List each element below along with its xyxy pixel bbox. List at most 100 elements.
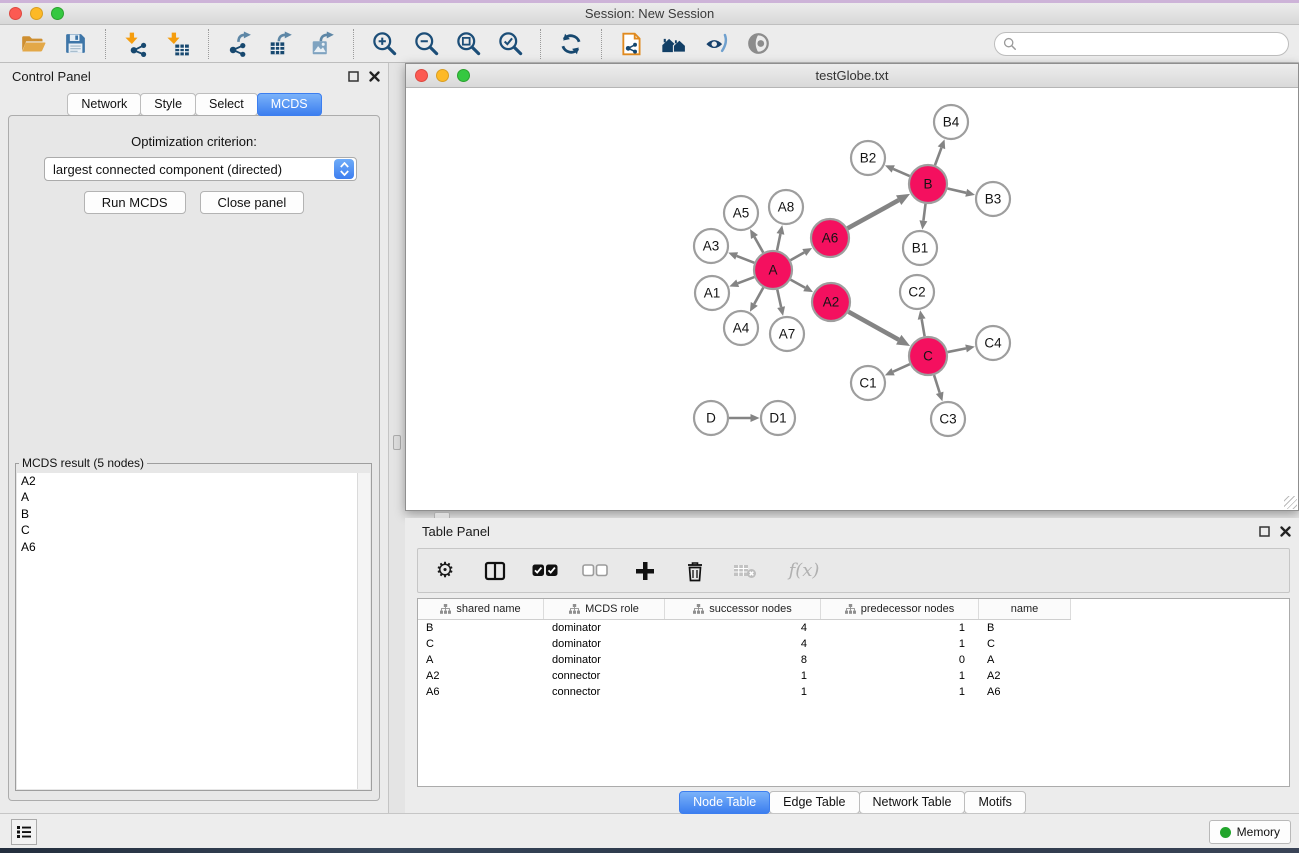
graph-edge-A-A4[interactable] — [754, 288, 763, 304]
table-row[interactable]: A2connector11A2 — [418, 668, 1289, 684]
graph-edge-A-A5[interactable] — [754, 237, 763, 253]
table-cell[interactable]: A6 — [979, 686, 1071, 698]
delete-column-trash-icon[interactable] — [682, 558, 708, 584]
control-tab-style[interactable]: Style — [140, 93, 196, 116]
column-header-predecessor-nodes[interactable]: predecessor nodes — [821, 599, 979, 619]
table-cell[interactable]: 1 — [821, 686, 979, 698]
zoom-in-icon[interactable] — [369, 29, 399, 59]
search-input[interactable] — [1017, 37, 1280, 51]
window-resize-grip[interactable] — [1284, 496, 1297, 509]
zoom-selected-icon[interactable] — [495, 29, 525, 59]
graph-edge-B-B4[interactable] — [935, 148, 941, 165]
close-panel-button[interactable]: Close panel — [200, 191, 305, 214]
graph-edge-A-A1[interactable] — [738, 277, 755, 283]
refresh-layout-icon[interactable] — [556, 29, 586, 59]
column-header-successor-nodes[interactable]: successor nodes — [665, 599, 821, 619]
close-panel-icon[interactable] — [369, 71, 380, 82]
import-table-icon[interactable] — [163, 29, 193, 59]
mcds-result-item[interactable]: A6 — [17, 539, 370, 555]
mcds-result-item[interactable]: B — [17, 506, 370, 522]
table-cell[interactable]: 4 — [665, 638, 821, 650]
graph-edge-A2-C[interactable] — [848, 312, 898, 340]
graph-edge-A-A7[interactable] — [777, 290, 781, 308]
export-network-icon[interactable] — [224, 29, 254, 59]
hide-unselected-icon[interactable] — [701, 29, 731, 59]
graph-edge-B-B3[interactable] — [947, 188, 966, 192]
control-tab-network[interactable]: Network — [67, 93, 141, 116]
network-window-titlebar[interactable]: testGlobe.txt — [406, 64, 1298, 88]
table-tab-edge-table[interactable]: Edge Table — [769, 791, 859, 814]
table-cell[interactable]: 8 — [665, 654, 821, 666]
control-tab-select[interactable]: Select — [195, 93, 258, 116]
table-row[interactable]: Adominator80A — [418, 652, 1289, 668]
graph-edge-A-A2[interactable] — [791, 280, 806, 288]
table-cell[interactable]: 1 — [665, 670, 821, 682]
table-cell[interactable]: A6 — [418, 686, 544, 698]
table-cell[interactable]: 1 — [821, 638, 979, 650]
show-all-icon[interactable] — [743, 29, 773, 59]
table-cell[interactable]: B — [979, 622, 1071, 634]
graph-edge-B-B1[interactable] — [923, 204, 925, 221]
table-cell[interactable]: 0 — [821, 654, 979, 666]
graph-edge-C-C3[interactable] — [934, 375, 940, 393]
zoom-fit-icon[interactable] — [453, 29, 483, 59]
splitter-grip[interactable] — [393, 435, 401, 450]
table-cell[interactable]: connector — [544, 670, 665, 682]
table-cell[interactable]: C — [979, 638, 1071, 650]
open-session-icon[interactable] — [18, 29, 48, 59]
table-cell[interactable]: dominator — [544, 654, 665, 666]
table-cell[interactable]: A — [418, 654, 544, 666]
mcds-result-item[interactable]: A2 — [17, 473, 370, 489]
graph-edge-A-A8[interactable] — [777, 234, 780, 250]
table-tab-motifs[interactable]: Motifs — [964, 791, 1025, 814]
column-header-name[interactable]: name — [979, 599, 1071, 619]
column-header-MCDS-role[interactable]: MCDS role — [544, 599, 665, 619]
table-cell[interactable]: 1 — [665, 686, 821, 698]
graph-edge-A-A6[interactable] — [790, 252, 804, 260]
table-cell[interactable]: B — [418, 622, 544, 634]
table-cell[interactable]: 1 — [821, 670, 979, 682]
table-cell[interactable]: A — [979, 654, 1071, 666]
clone-network-icon[interactable] — [617, 29, 647, 59]
select-all-rows-icon[interactable] — [532, 558, 558, 584]
float-panel-icon[interactable] — [348, 71, 359, 82]
graph-edge-B-B2[interactable] — [893, 169, 909, 176]
table-row[interactable]: A6connector11A6 — [418, 684, 1289, 700]
graph-edge-C-C2[interactable] — [922, 319, 925, 336]
export-image-icon[interactable] — [308, 29, 338, 59]
show-columns-icon[interactable] — [482, 558, 508, 584]
graph-edge-C-C1[interactable] — [893, 364, 910, 372]
close-table-panel-icon[interactable] — [1280, 526, 1291, 537]
table-cell[interactable]: A2 — [979, 670, 1071, 682]
add-column-icon[interactable] — [632, 558, 658, 584]
result-scrollbar[interactable] — [357, 473, 370, 789]
table-settings-gear-icon[interactable]: ⚙ — [432, 558, 458, 584]
graph-edge-A-A3[interactable] — [737, 256, 755, 263]
table-row[interactable]: Cdominator41C — [418, 636, 1289, 652]
table-cell[interactable]: dominator — [544, 638, 665, 650]
task-history-button[interactable] — [11, 819, 37, 845]
zoom-out-icon[interactable] — [411, 29, 441, 59]
mcds-result-item[interactable]: C — [17, 522, 370, 538]
network-canvas[interactable]: AA1A2A3A4A5A6A7A8BB1B2B3B4CC1C2C3C4DD1 — [407, 88, 1297, 509]
float-table-panel-icon[interactable] — [1259, 526, 1270, 537]
table-cell[interactable]: 1 — [821, 622, 979, 634]
vertical-splitter[interactable] — [389, 63, 405, 813]
control-tab-mcds[interactable]: MCDS — [257, 93, 322, 116]
table-cell[interactable]: C — [418, 638, 544, 650]
table-cell[interactable]: A2 — [418, 670, 544, 682]
search-field[interactable] — [994, 32, 1289, 56]
run-mcds-button[interactable]: Run MCDS — [84, 191, 186, 214]
import-network-icon[interactable] — [121, 29, 151, 59]
export-table-icon[interactable] — [266, 29, 296, 59]
table-cell[interactable]: connector — [544, 686, 665, 698]
mcds-result-item[interactable]: A — [17, 489, 370, 505]
column-header-shared-name[interactable]: shared name — [418, 599, 544, 619]
table-tab-network-table[interactable]: Network Table — [859, 791, 966, 814]
save-session-icon[interactable] — [60, 29, 90, 59]
graph-edge-A6-B[interactable] — [848, 200, 899, 228]
memory-button[interactable]: Memory — [1209, 820, 1291, 844]
table-tab-node-table[interactable]: Node Table — [679, 791, 770, 814]
table-cell[interactable]: 4 — [665, 622, 821, 634]
deselect-all-rows-icon[interactable] — [582, 558, 608, 584]
